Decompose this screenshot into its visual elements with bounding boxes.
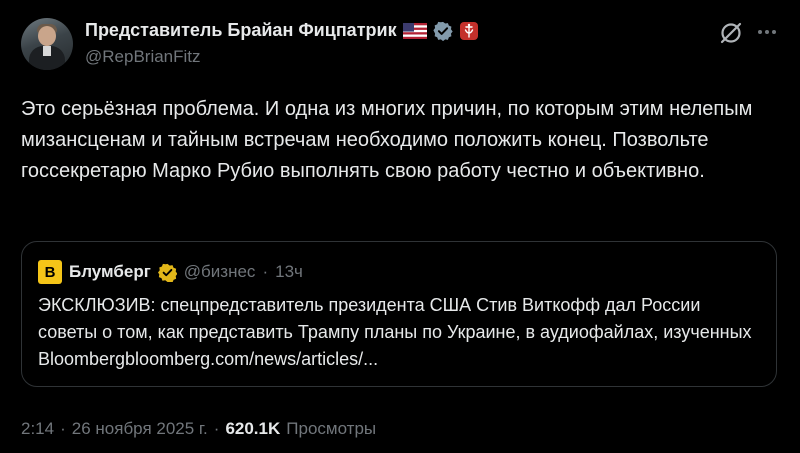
bloomberg-logo-icon: B (38, 260, 62, 284)
more-options-icon[interactable] (758, 30, 776, 34)
tweet-time[interactable]: 2:14 (21, 419, 54, 439)
quote-text: ЭКСКЛЮЗИВ: спецпредставитель президента … (38, 295, 752, 369)
verified-badge-icon[interactable] (433, 21, 453, 41)
quote-author-name[interactable]: Блумберг (69, 262, 151, 282)
author-name[interactable]: Представитель Брайан Фицпатрик (85, 20, 397, 41)
author-handle[interactable]: @RepBrianFitz (85, 47, 201, 67)
gold-verified-badge-icon (157, 263, 177, 282)
house-seal-icon (459, 21, 478, 40)
meta-separator: · (60, 419, 66, 438)
grok-icon[interactable] (718, 20, 744, 46)
author-name-row: Представитель Брайан Фицпатрик (85, 20, 479, 41)
meta-separator: · (213, 419, 220, 438)
quote-separator: · (262, 262, 269, 281)
tweet-date[interactable]: 26 ноября 2025 г. (72, 419, 208, 439)
views-label: Просмотры (286, 419, 377, 438)
quote-author-handle: @бизнес (183, 262, 256, 281)
tweet-text: Это серьёзная проблема. И одна из многих… (21, 98, 753, 182)
us-flag-icon (402, 22, 427, 39)
tweet-meta: 2:14 · 26 ноября 2025 г. · 620.1K Просмо… (21, 419, 376, 439)
quote-timestamp[interactable]: 13ч (275, 262, 303, 282)
views-count: 620.1K (225, 419, 281, 438)
author-avatar[interactable] (21, 18, 73, 70)
quote-header: B Блумберг @бизнес · 13ч (38, 260, 303, 284)
quoted-tweet-card[interactable]: B Блумберг @бизнес · 13ч ЭКСКЛЮЗИВ: спец… (21, 241, 777, 387)
